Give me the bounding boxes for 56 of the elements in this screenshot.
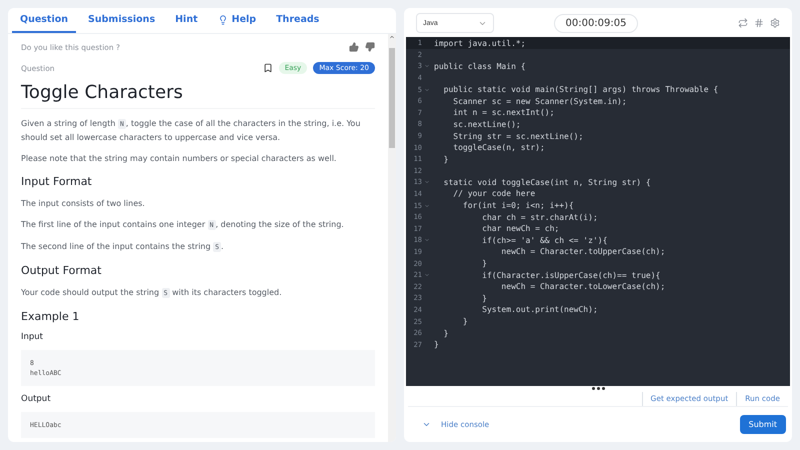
code-line: } xyxy=(434,340,439,350)
tab[interactable]: Question xyxy=(12,8,76,33)
code-line: newCh = Character.toLowerCase(ch); xyxy=(500,282,666,292)
bookmark-icon[interactable] xyxy=(262,63,273,73)
fold-icon[interactable] xyxy=(424,272,430,278)
code-line: // your code here xyxy=(452,189,536,198)
tab[interactable]: Threads xyxy=(268,8,328,33)
grid-icon[interactable] xyxy=(754,18,764,28)
tab[interactable]: Hint xyxy=(167,8,206,33)
timer: 00:00:09:05 xyxy=(554,14,638,33)
lightbulb-icon xyxy=(218,14,228,24)
code-line: } xyxy=(481,294,487,303)
tab[interactable]: Help xyxy=(210,8,264,33)
fold-icon[interactable] xyxy=(424,63,430,70)
code-line: for(int i=0; i<n; i++){ xyxy=(462,201,574,210)
code-line: newCh = Character.toUpperCase(ch); xyxy=(500,247,666,256)
example-label: Input xyxy=(21,332,44,342)
code-line: import java.util.*; xyxy=(434,38,526,48)
code-line: public class Main { xyxy=(434,62,526,71)
code-line: toggleCase(n, str); xyxy=(452,143,545,152)
code-line: static void toggleCase(int n, String str) { xyxy=(442,178,651,187)
question-title: Toggle Characters xyxy=(21,82,375,109)
tab[interactable]: Submissions xyxy=(80,8,164,33)
code-line: String str = sc.nextLine(); xyxy=(452,132,584,141)
fold-icon[interactable] xyxy=(424,237,430,244)
fold-icon[interactable] xyxy=(424,202,430,209)
code-line: char newCh = ch; xyxy=(481,224,560,234)
submit-button[interactable]: Submit xyxy=(740,414,786,434)
paragraph: Please note that the string may contain numbers or special characters as well. xyxy=(21,153,338,165)
code-line: sc.nextLine(); xyxy=(452,120,521,129)
code-line: } xyxy=(442,154,448,164)
settings-icon[interactable] xyxy=(770,18,780,28)
code-line: if(ch>= 'a' && ch <= 'z'){ xyxy=(481,236,608,245)
code-line: int n = sc.nextInt(); xyxy=(452,108,554,118)
code-line: Scanner sc = new Scanner(System.in); xyxy=(452,96,627,106)
code-line: } xyxy=(481,259,487,268)
fold-icon[interactable] xyxy=(424,179,430,186)
paragraph: The input consists of two lines. xyxy=(21,198,146,210)
fold-icon[interactable] xyxy=(424,86,430,93)
code-line: } xyxy=(462,317,468,326)
code-line: if(Character.isUpperCase(ch)== true){ xyxy=(481,270,660,280)
code-editor[interactable] xyxy=(406,37,790,386)
code-line: public static void main(String[] args) throws Throwable { xyxy=(442,85,718,94)
resize-handle[interactable] xyxy=(590,386,606,390)
code-line: } xyxy=(442,328,448,338)
code-line: char ch = str.charAt(i); xyxy=(481,212,598,222)
section-heading: Example 1 xyxy=(21,310,80,323)
example-label: Output xyxy=(21,394,52,404)
code-line: System.out.print(newCh); xyxy=(481,305,598,314)
thumbs-up-icon[interactable] xyxy=(349,42,359,52)
section-heading: Input Format xyxy=(21,175,93,188)
scroll-up-icon[interactable] xyxy=(389,34,395,40)
thumbs-down-icon[interactable] xyxy=(365,42,375,52)
scrollbar[interactable] xyxy=(388,34,396,442)
section-heading: Output Format xyxy=(21,264,102,277)
repeat-icon[interactable] xyxy=(738,18,748,28)
